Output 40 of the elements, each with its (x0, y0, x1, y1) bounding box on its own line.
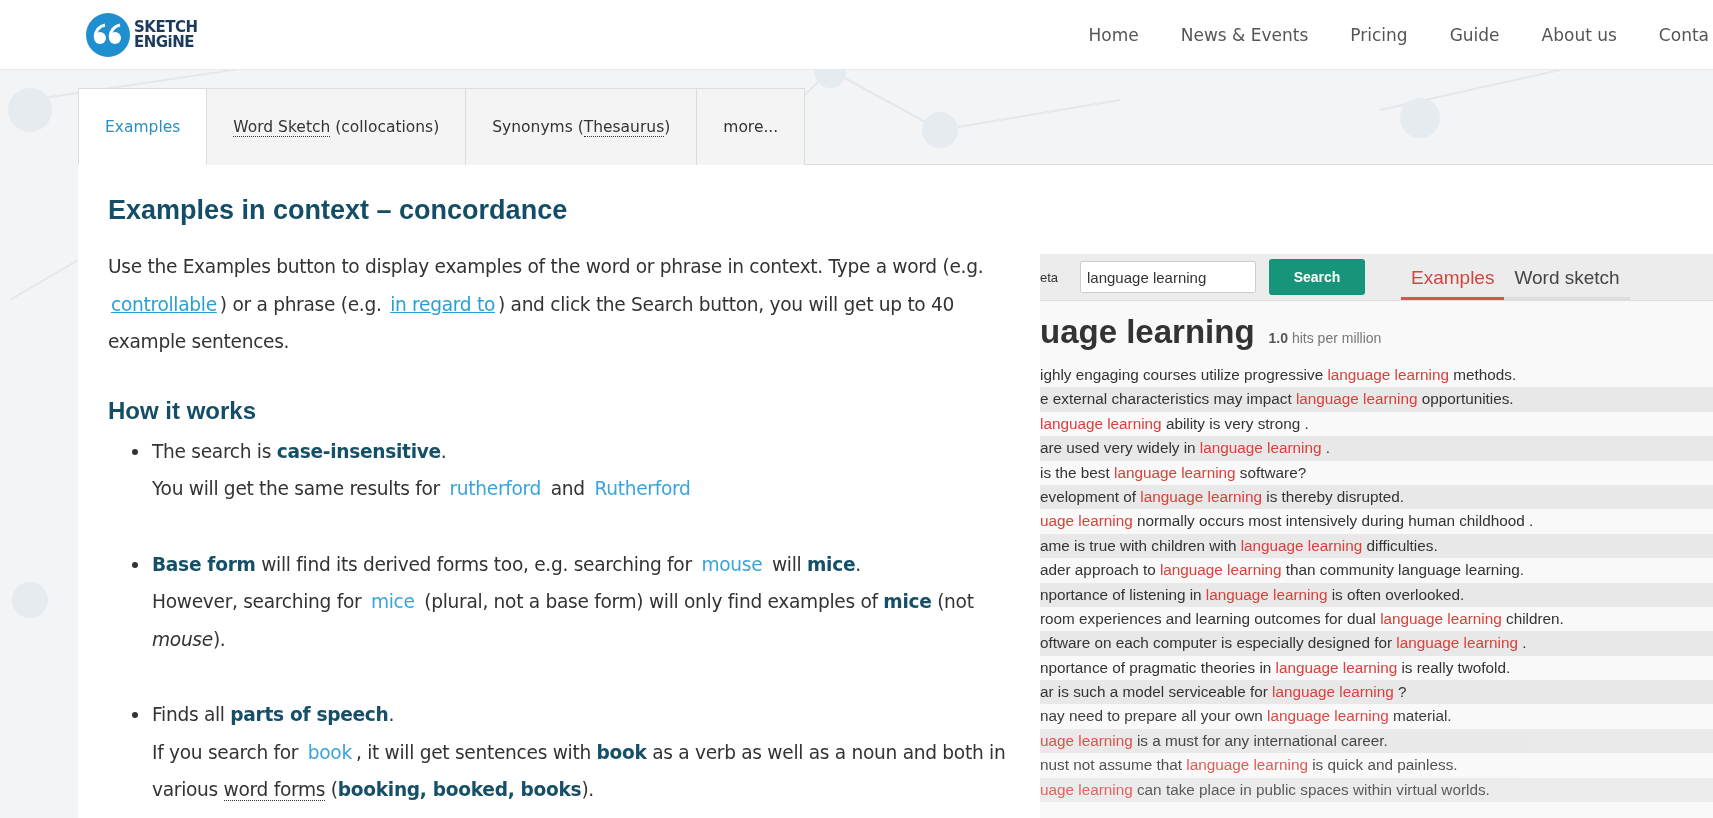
corpus-label: eta (1040, 269, 1060, 285)
section-subtitle: How it works (108, 396, 258, 425)
bullet-text: The search is case-insensitive. (152, 439, 448, 464)
intro-paragraph: Use the Examples button to display examples of the word or phrase in context. Type a word (e.g. controllable ) or a phrase (e.g. in regard to ) and click the Search button, you will get up to 40 example sentences. (108, 255, 985, 354)
tab[interactable]: Examples (78, 88, 208, 165)
logo-text: SKETCH ENGiNE (134, 19, 198, 50)
nav-link[interactable]: Conta (1658, 24, 1709, 45)
logo-icon (86, 12, 130, 57)
bullet-text: However, searching for mice (plural, not a base form) will only find examples of mice (not mouse). (152, 590, 975, 652)
concordance-line: nay need to prepare all your own language learning material. (1040, 706, 1453, 727)
nav-link[interactable]: News & Events (1180, 24, 1309, 45)
bullet-text: You will get the same results for rutherford and Rutherford (152, 477, 692, 501)
concordance-line: is the best language learning software? (1040, 462, 1308, 483)
search-button[interactable]: Search (1269, 259, 1365, 295)
bullet-dot (132, 561, 138, 568)
bullet-dot (132, 448, 138, 455)
section-title: Examples in context – concordance (108, 195, 569, 226)
bullet-text: If you search for book , it will get sentences with book as a verb as well as a noun and both in various word forms (booking, booked, books). (152, 740, 1007, 803)
nav-link[interactable]: About us (1541, 24, 1617, 45)
bullet-text: Finds all parts of speech. (152, 703, 396, 727)
query-heading: uage learning (1040, 313, 1255, 351)
concordance-line: nust not assume that language learning is quick and painless. (1040, 755, 1459, 776)
concordance-line: uage learning normally occurs most intensively during human childhood . (1040, 511, 1535, 532)
bullet-dot (132, 712, 138, 718)
tab[interactable]: Examples (1401, 254, 1505, 300)
tab[interactable]: Synonyms (Thesaurus) (466, 88, 698, 165)
tab[interactable]: Word Sketch (collocations) (207, 88, 467, 165)
nav-link[interactable]: Pricing (1350, 24, 1408, 45)
concordance-line: room experiences and learning outcomes for dual language learning children. (1040, 608, 1565, 629)
frequency-text: 1.0 hits per million (1268, 330, 1382, 346)
nav-link[interactable]: Home (1088, 24, 1139, 45)
tab[interactable]: more... (697, 88, 806, 165)
search-field[interactable]: language learning (1080, 261, 1256, 293)
bullet-text: Base form will find its derived forms too, e.g. searching for mouse will mice. (152, 552, 862, 577)
concordance-line: nportance of pragmatic theories in language learning is really twofold. (1040, 657, 1512, 678)
concordance-line: ader approach to language learning than community language learning. (1040, 560, 1525, 581)
concordance-line: ighly engaging courses utilize progressive language learning methods. (1040, 365, 1518, 385)
concordance-line: language learning ability is very strong . (1040, 413, 1310, 434)
nav-link[interactable]: Guide (1449, 24, 1500, 45)
tab[interactable]: Word sketch (1504, 254, 1630, 300)
